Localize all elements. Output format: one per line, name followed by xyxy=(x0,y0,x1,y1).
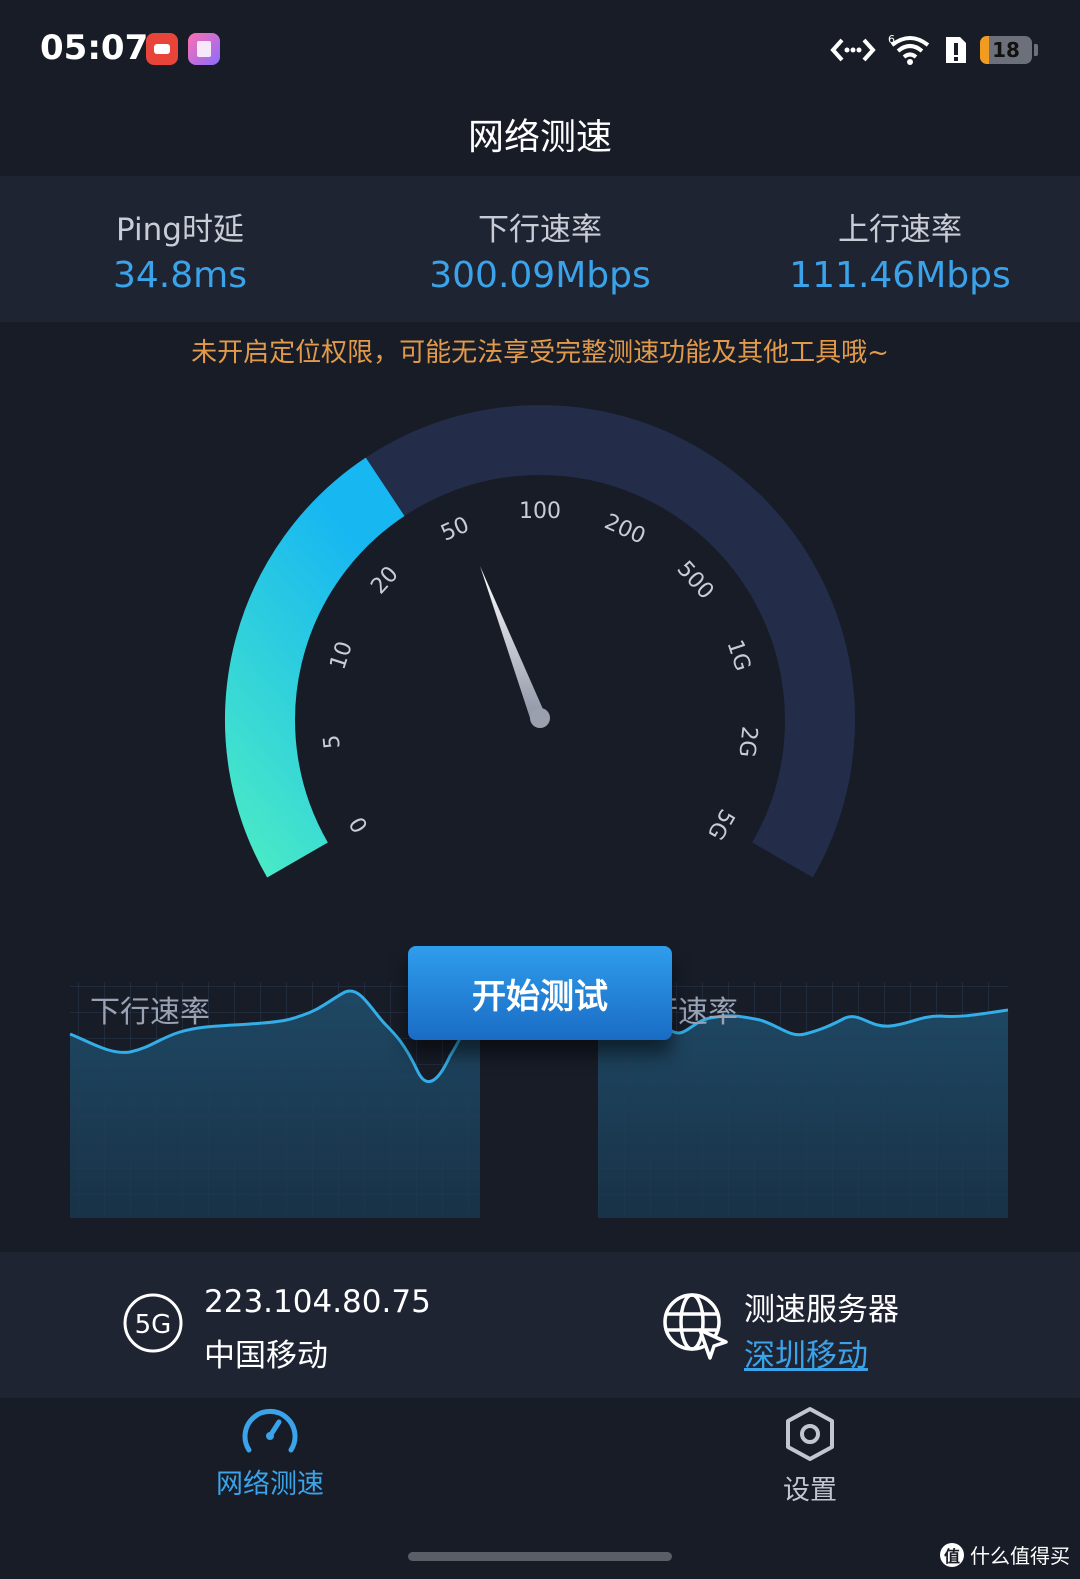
gauge-tick-label: 1G xyxy=(722,637,755,674)
stat-value: 34.8ms xyxy=(113,255,247,296)
wifi-6-icon: 6 xyxy=(888,33,930,65)
gauge-tick-label: 5 xyxy=(319,733,345,750)
app-notification-icon xyxy=(146,33,178,65)
gauge-tick-label: 5G xyxy=(702,805,739,844)
page-title: 网络测速 xyxy=(467,117,612,158)
gauge-needle-hub xyxy=(530,708,550,728)
stat-label: 上行速率 xyxy=(838,212,962,248)
location-permission-warning[interactable]: 未开启定位权限，可能无法享受完整测速功能及其他工具哦~ xyxy=(0,332,1080,369)
tab-speed-test[interactable]: 网络测速 xyxy=(150,1406,390,1516)
tab-label: 设置 xyxy=(783,1475,837,1506)
gauge-tick-label: 200 xyxy=(601,510,650,550)
watermark-text: 什么值得买 xyxy=(970,1544,1070,1568)
battery-icon: 18 xyxy=(980,36,1032,64)
stat-label: 下行速率 xyxy=(478,212,602,248)
gauge-tick-label: 2G xyxy=(733,725,761,758)
stat-ping: Ping时延 34.8ms xyxy=(0,176,360,322)
stat-label: Ping时延 xyxy=(116,212,244,248)
watermark: 值 什么值得买 xyxy=(940,1540,1070,1569)
network-type-text: 5G xyxy=(135,1310,172,1340)
watermark-logo: 值 xyxy=(940,1542,964,1567)
download-chart-label: 下行速率 xyxy=(90,995,210,1030)
stats-panel: Ping时延 34.8ms 下行速率 300.09Mbps 上行速率 111.4… xyxy=(0,176,1080,322)
globe-server-icon xyxy=(663,1293,728,1360)
status-icons: 6 18 xyxy=(830,32,1038,68)
stat-download: 下行速率 300.09Mbps xyxy=(360,176,720,322)
gauge-progress-arc xyxy=(225,457,405,878)
gauge-tick-label: 20 xyxy=(366,562,403,600)
data-transfer-icon xyxy=(830,38,876,62)
carrier-name: 中国移动 xyxy=(204,1338,328,1374)
5g-network-icon: 5G xyxy=(123,1293,183,1353)
stat-upload: 上行速率 111.46Mbps xyxy=(720,176,1080,322)
tab-label: 网络测速 xyxy=(216,1469,324,1500)
server-select-link[interactable]: 深圳移动 xyxy=(744,1330,868,1375)
settings-hexagon-icon xyxy=(786,1407,834,1461)
sim-alert-icon xyxy=(946,37,966,63)
home-indicator[interactable] xyxy=(408,1552,672,1561)
gauge-tick-label: 500 xyxy=(672,556,719,604)
gauge-tick-labels: 0 5 10 20 50 100 200 5001G 2G 5G xyxy=(319,499,761,844)
svg-text:6: 6 xyxy=(888,33,895,46)
status-time: 05:07 xyxy=(40,28,149,68)
status-bar: 05:07 6 18 xyxy=(0,0,1080,100)
gauge-tick-label: 50 xyxy=(437,512,473,546)
speed-gauge: 0 5 10 20 50 100 200 5001G 2G 5G xyxy=(225,405,855,878)
tab-settings[interactable]: 设置 xyxy=(690,1406,930,1516)
app-notification-icon xyxy=(188,33,220,65)
gauge-tick-label: 0 xyxy=(345,812,374,837)
server-label: 测速服务器 xyxy=(744,1292,899,1328)
speedometer-icon xyxy=(242,1408,298,1453)
gauge-needle xyxy=(480,566,546,724)
gauge-tick-label: 100 xyxy=(519,499,561,524)
start-test-button[interactable]: 开始测试 xyxy=(408,946,672,1040)
gauge-tick-label: 10 xyxy=(326,638,358,672)
ip-address: 223.104.80.75 xyxy=(204,1284,431,1320)
battery-level: 18 xyxy=(992,38,1020,62)
stat-value: 111.46Mbps xyxy=(789,255,1011,296)
stat-value: 300.09Mbps xyxy=(429,255,651,296)
